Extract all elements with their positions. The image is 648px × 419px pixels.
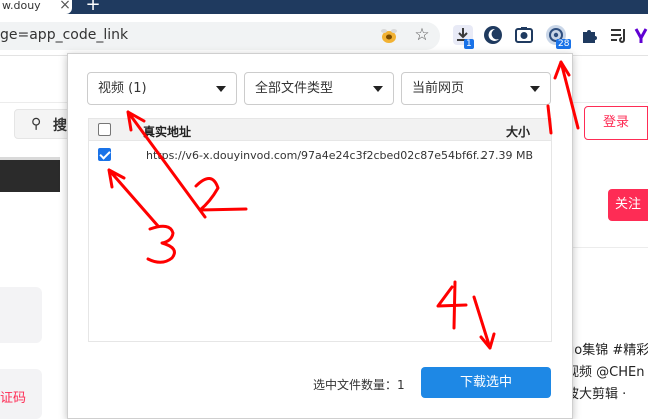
address-text: ge=app_code_link (0, 27, 129, 43)
login-button[interactable]: 登录 (584, 106, 648, 140)
extensions-puzzle-icon[interactable] (578, 24, 600, 46)
scope-select[interactable]: 当前网页 (401, 72, 551, 105)
media-table: 真实地址 大小 https://v6-x.douyinvod.com/97a4e… (88, 118, 552, 342)
close-tab-icon[interactable]: × (58, 0, 72, 13)
video-desc-line: 波大剪辑 · (566, 387, 627, 402)
left-card (0, 287, 42, 343)
screenshot-extension-icon[interactable] (513, 24, 535, 46)
tab-title: w.douy (2, 0, 41, 12)
search-label: 搜 (53, 118, 67, 134)
video-thumbnail-progress (0, 157, 60, 160)
chevron-down-icon (373, 86, 383, 92)
video-desc-line: 视频 @CHEn (566, 365, 645, 380)
column-header-size: 大小 (506, 125, 531, 139)
new-tab-button[interactable]: + (85, 0, 101, 14)
file-type-select[interactable]: 全部文件类型 (244, 72, 394, 105)
translate-extension-icon[interactable] (380, 28, 398, 44)
video-downloader-badge: 28 (556, 39, 572, 49)
media-type-value: 视频 (1) (98, 81, 147, 96)
yahoo-extension-icon[interactable] (634, 24, 648, 46)
search-icon: ⚲ (31, 116, 42, 132)
media-url: https://v6-x.douyinvod.com/97a4e24c3f2cb… (146, 149, 487, 162)
table-header: 真实地址 大小 (89, 119, 551, 141)
address-bar[interactable]: ge=app_code_link ☆ (0, 22, 440, 50)
download-extension-badge: 1 (464, 39, 474, 49)
video-downloader-popup: 视频 (1) 全部文件类型 当前网页 真实地址 大小 https://v6-x.… (67, 53, 573, 419)
media-size: 27.39 MB (481, 149, 534, 162)
video-thumbnail[interactable] (0, 157, 60, 192)
dark-mode-extension-icon[interactable] (482, 24, 504, 46)
follow-button[interactable]: 关注 (608, 189, 648, 221)
right-column-divider (560, 247, 648, 248)
file-type-value: 全部文件类型 (255, 81, 334, 96)
scope-value: 当前网页 (412, 81, 465, 96)
browser-tab[interactable]: w.douy × (0, 0, 72, 14)
reading-list-icon[interactable] (608, 24, 630, 46)
browser-toolbar: ge=app_code_link ☆ 1 28 (0, 14, 648, 56)
selected-count: 选中文件数量：1 (313, 378, 405, 392)
video-desc-line: go集锦 #精彩 (566, 343, 648, 358)
chevron-down-icon (530, 86, 540, 92)
select-all-checkbox[interactable] (98, 123, 111, 136)
captcha-link[interactable]: 证码 (0, 387, 26, 406)
tab-bar: w.douy × + (0, 0, 648, 14)
download-selected-button[interactable]: 下载选中 (421, 367, 551, 398)
column-header-address: 真实地址 (143, 125, 192, 139)
site-search-box[interactable]: ⚲ 搜 (14, 109, 74, 139)
row-checkbox[interactable] (98, 148, 111, 161)
chevron-down-icon (216, 86, 226, 92)
media-type-select[interactable]: 视频 (1) (87, 72, 237, 105)
bookmark-star-icon[interactable]: ☆ (412, 25, 432, 45)
